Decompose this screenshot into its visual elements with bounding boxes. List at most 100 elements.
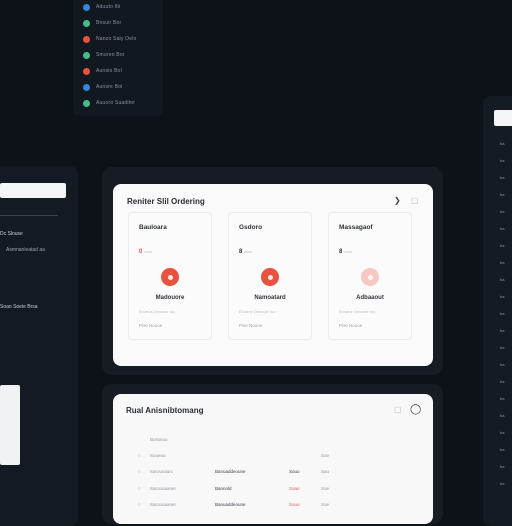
table-cell-status: Souo [289, 502, 300, 507]
status-list-item[interactable]: Aduuto Ilti [83, 2, 120, 12]
table-title: Rual Anisnibtomang [126, 406, 204, 415]
right-list-item[interactable]: ba [500, 413, 504, 418]
right-list-item[interactable]: ba [500, 447, 504, 452]
table-cell-owner: Banuaddeoune [215, 502, 246, 507]
right-list-item[interactable]: ba [500, 362, 504, 367]
status-dot-icon [83, 19, 90, 27]
plan-price-value: 0 [139, 249, 143, 255]
right-list-item[interactable]: ba [500, 379, 504, 384]
right-list-item[interactable]: ba [500, 396, 504, 401]
plan-badge-icon [261, 268, 279, 286]
right-list-item[interactable]: ba [500, 209, 504, 214]
status-list-label: Auuoro Suaditor [96, 100, 136, 106]
row-checkbox-icon[interactable]: ○ [138, 486, 141, 491]
plan-select-button[interactable]: Namoatard [229, 295, 311, 301]
right-list-item[interactable]: ba [500, 243, 504, 248]
plan-footer: Pise Noooe [339, 323, 363, 328]
plan-footer: Pise Noooe [239, 323, 263, 328]
right-list-item[interactable]: ba [500, 192, 504, 197]
status-list-item[interactable]: Aunsre Bol [83, 82, 122, 92]
right-list-item[interactable]: ba [500, 294, 504, 299]
table-cell-name: Saronoaaner [150, 486, 177, 491]
right-list-item[interactable]: ba [500, 260, 504, 265]
row-checkbox-icon[interactable]: ○ [138, 453, 141, 458]
right-list-item[interactable]: ba [500, 158, 504, 163]
plan-price: 8 aure [239, 249, 252, 255]
plan-select-button[interactable]: Adbaaout [329, 295, 411, 301]
right-list-item[interactable]: ba [500, 311, 504, 316]
table-cell-flag: Soe [321, 453, 330, 458]
plan-price: 8 aure [339, 249, 352, 255]
document-icon[interactable]: ▢ [411, 196, 419, 205]
plan-description: Enoane Deouiae tuu [339, 309, 376, 314]
plan-name: Gsdoro [239, 224, 263, 231]
left-divider [0, 215, 58, 216]
plan-description: Enonus Deouiae tuu [139, 309, 176, 314]
status-list-label: Bnsuir Bor [96, 20, 122, 26]
document-icon[interactable]: ▢ [394, 405, 402, 414]
plan-price-suffix: aure [344, 249, 353, 254]
status-dot-icon [83, 3, 90, 11]
status-list-label: Smuren Bor [96, 52, 125, 58]
table-cell-name: Sarousaarc [150, 469, 174, 474]
status-dot-icon [83, 35, 90, 43]
status-list-item[interactable]: Nanzo Saly Oelo [83, 34, 137, 44]
right-list-item[interactable]: ba [500, 464, 504, 469]
right-input[interactable] [494, 110, 512, 126]
status-list-item[interactable]: Auuoro Suaditor [83, 98, 135, 108]
plan-card[interactable]: Massagaof 8 aure Adbaaout Enoane Deouiae tuu… [328, 212, 412, 340]
row-checkbox-icon[interactable]: ○ [138, 469, 141, 474]
status-list-item[interactable]: Bnsuir Bor [83, 18, 121, 28]
plan-price: 0 aure [139, 249, 152, 255]
right-list-item[interactable]: ba [500, 430, 504, 435]
table-cell-flag: Sau [321, 469, 330, 474]
table-cell-flag: Soe [321, 486, 330, 491]
table-cell-owner: Bannold [215, 486, 232, 491]
sidebar-item-1[interactable]: Dc Slouse [0, 231, 23, 237]
sidebar-item-3[interactable]: Soao Soeie Brsa [0, 304, 38, 310]
table-cell-name: Soueuu [150, 453, 166, 458]
row-checkbox-icon[interactable]: ○ [138, 502, 141, 507]
table-header: Bossnuo [150, 437, 168, 442]
right-list-item[interactable]: ba [500, 481, 504, 486]
status-list-item[interactable]: Aunsio Bol [83, 66, 122, 76]
plan-price-value: 8 [239, 249, 243, 255]
plan-select-button[interactable]: Madouore [129, 295, 211, 301]
plan-name: Massagaof [339, 224, 373, 231]
status-list-label: Aunsre Bol [96, 84, 123, 90]
plan-card[interactable]: Bauloara 0 aure Madouore Enonus Deouiae tuu P… [128, 212, 212, 340]
right-list-item[interactable]: ba [500, 345, 504, 350]
right-list-item[interactable]: ba [500, 175, 504, 180]
circle-icon[interactable]: ◯ [410, 404, 421, 415]
table-cell-status: Soao [289, 486, 300, 491]
left-search-input[interactable] [0, 183, 66, 198]
plan-name: Bauloara [139, 224, 167, 231]
plan-badge-icon [161, 268, 179, 286]
status-dot-icon [83, 83, 90, 91]
right-list-item[interactable]: ba [500, 277, 504, 282]
right-list-item[interactable]: ba [500, 141, 504, 146]
right-list-item[interactable]: ba [500, 328, 504, 333]
plan-price-value: 8 [339, 249, 343, 255]
plan-card[interactable]: Gsdoro 8 aure Namoatard Enoane Deouiae tuu Pi… [228, 212, 312, 340]
sidebar-item-2[interactable]: Asmnanieatad aa [6, 247, 45, 253]
status-dot-icon [83, 51, 90, 59]
status-list-label: Aunsio Bol [96, 68, 122, 74]
status-list-item[interactable]: Smuren Bor [83, 50, 125, 60]
table-cell-owner: Banuaddeoune [215, 469, 246, 474]
plan-description: Enoane Deouiae tuu [239, 309, 276, 314]
pricing-title: Reniter Slil Ordering [127, 197, 205, 206]
cursor-icon[interactable]: ❯ [394, 196, 401, 205]
right-panel [483, 96, 512, 526]
status-dot-icon [83, 99, 90, 107]
status-dot-icon [83, 67, 90, 75]
plan-footer: Pise Noooe [139, 323, 163, 328]
plan-price-suffix: aure [144, 249, 153, 254]
left-sidebar-panel [0, 166, 78, 526]
left-card [0, 385, 20, 465]
right-list-item[interactable]: ba [500, 226, 504, 231]
plan-price-suffix: aure [244, 249, 253, 254]
status-list-label: Aduuto Ilti [96, 4, 121, 10]
plan-badge-icon [361, 268, 379, 286]
table-cell-flag: Soe [321, 502, 330, 507]
